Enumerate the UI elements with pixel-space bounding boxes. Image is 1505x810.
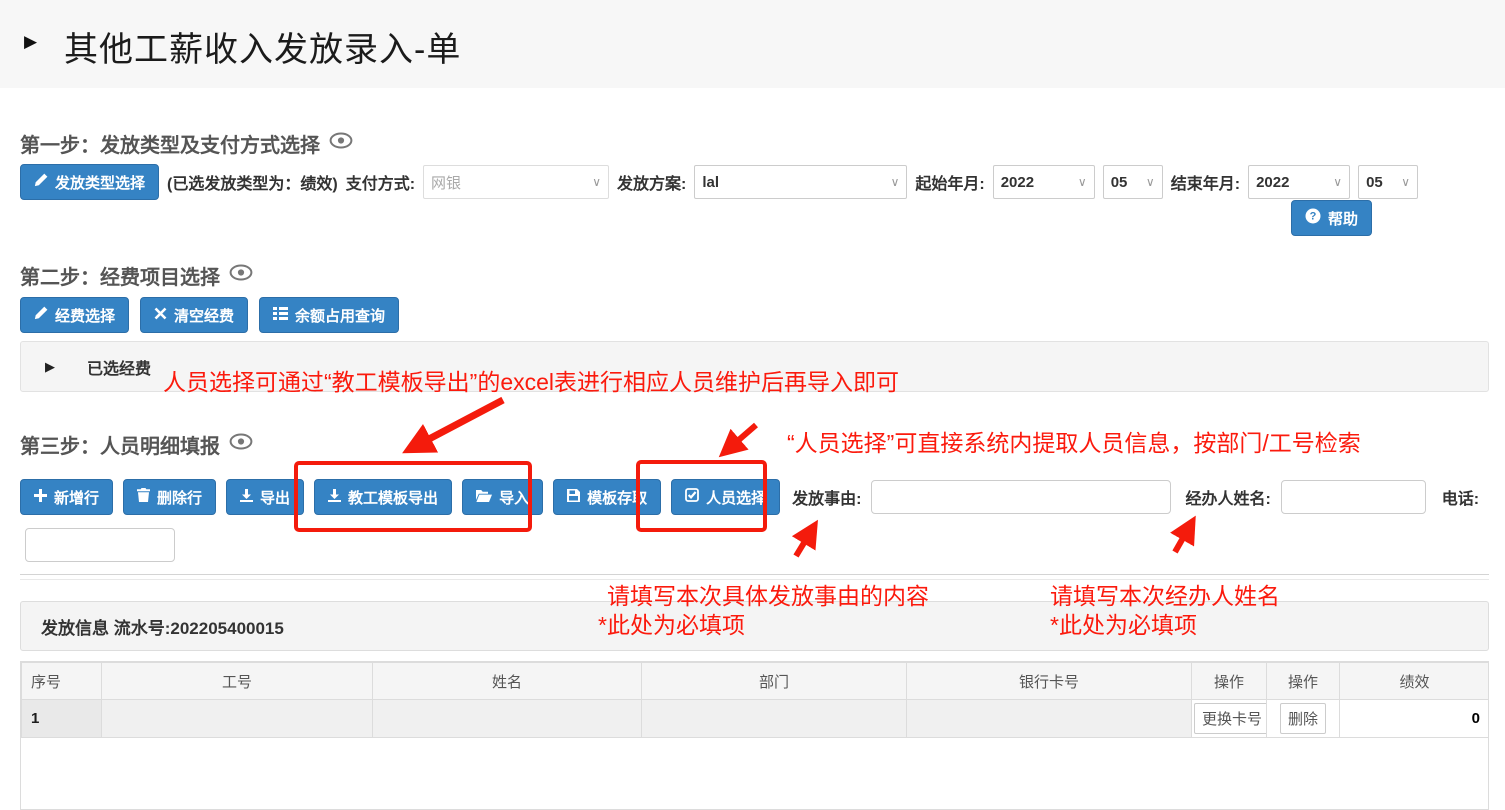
plan-label: 发放方案: [617, 170, 686, 194]
col-action-2: 操作 [1267, 663, 1340, 700]
cell-jixiao[interactable]: 0 [1340, 700, 1490, 738]
x-icon [154, 307, 167, 324]
question-circle-icon: ? [1305, 208, 1321, 228]
col-action-1: 操作 [1192, 663, 1267, 700]
arrow-to-template-export [412, 400, 503, 448]
cell-department[interactable] [642, 700, 907, 738]
pencil-icon [34, 306, 48, 324]
start-year-select[interactable]: 2022 ∨ [993, 165, 1095, 199]
grid-header-row: 序号 工号 姓名 部门 银行卡号 操作 操作 绩效 [22, 663, 1490, 700]
template-store-button[interactable]: 模板存取 [553, 479, 661, 515]
phone-label: 电话: [1442, 485, 1479, 509]
selected-funds-label: 已选经费 [87, 355, 151, 379]
step1-title: 第一步：发放类型及支付方式选择 [20, 129, 353, 158]
cell-seq: 1 [22, 700, 102, 738]
end-month-select[interactable]: 05 ∨ [1358, 165, 1418, 199]
staff-template-export-button[interactable]: 教工模板导出 [314, 479, 452, 515]
annotation-operator-required: *此处为必填项 [1050, 606, 1197, 640]
cell-employee-id[interactable] [102, 700, 373, 738]
payout-info-title: 发放信息 流水号:202205400015 [41, 614, 284, 639]
col-seq: 序号 [22, 663, 102, 700]
import-button[interactable]: 导入 [462, 479, 543, 515]
reason-input[interactable] [871, 480, 1171, 514]
col-department: 部门 [642, 663, 907, 700]
change-card-button[interactable]: 更换卡号 [1194, 703, 1267, 734]
export-button[interactable]: 导出 [226, 479, 304, 515]
chevron-down-icon: ∨ [1078, 175, 1087, 189]
balance-query-button[interactable]: 余额占用查询 [259, 297, 399, 333]
start-month-label: 起始年月: [915, 170, 984, 194]
operator-name-input[interactable] [1281, 480, 1426, 514]
cell-bank-card[interactable] [907, 700, 1192, 738]
payment-method-label: 支付方式: [346, 170, 415, 194]
download-icon [328, 489, 341, 506]
step1-title-text: 第一步：发放类型及支付方式选择 [20, 129, 320, 158]
step3-toolbar: 新增行 删除行 导出 教工模板导出 导入 模板存取 人员选择 发放事由: 经办人… [20, 479, 1479, 515]
start-month-select[interactable]: 05 ∨ [1103, 165, 1163, 199]
download-icon [240, 489, 253, 506]
folder-open-icon [476, 489, 492, 506]
annotation-person-select-note: “人员选择”可直接系统内提取人员信息，按部门/工号检索 [787, 424, 1361, 458]
save-icon [567, 489, 580, 506]
step2-title-text: 第二步：经费项目选择 [20, 261, 220, 290]
eye-icon[interactable] [329, 132, 353, 155]
chevron-down-icon: ∨ [891, 175, 900, 189]
pencil-icon [34, 173, 48, 191]
plus-icon [34, 489, 47, 506]
list-icon [273, 307, 288, 324]
arrow-to-person-select [726, 425, 756, 451]
table-row: 1 更换卡号 删除 0 [22, 700, 1490, 738]
payout-grid: 序号 工号 姓名 部门 银行卡号 操作 操作 绩效 1 更换卡号 删除 0 [20, 661, 1489, 810]
step2-controls: 经费选择 清空经费 余额占用查询 [20, 297, 399, 333]
col-bank-card: 银行卡号 [907, 663, 1192, 700]
page-title: 其他工薪收入发放录入-单 [64, 22, 461, 71]
step3-title: 第三步：人员明细填报 [20, 430, 253, 459]
col-employee-id: 工号 [102, 663, 373, 700]
payment-method-select: 网银 ∨ [423, 165, 609, 199]
step1-controls: 发放类型选择 (已选发放类型为：绩效) 支付方式: 网银 ∨ 发放方案: lal… [20, 164, 1418, 200]
eye-icon[interactable] [229, 433, 253, 456]
step2-title: 第二步：经费项目选择 [20, 261, 253, 290]
add-row-button[interactable]: 新增行 [20, 479, 113, 515]
clear-funds-button[interactable]: 清空经费 [140, 297, 248, 333]
operator-name-label: 经办人姓名: [1185, 485, 1270, 509]
chevron-down-icon: ∨ [1146, 175, 1155, 189]
chevron-down-icon: ∨ [1333, 175, 1342, 189]
reason-label: 发放事由: [792, 485, 861, 509]
annotation-template-note: 人员选择可通过“教工模板导出”的excel表进行相应人员维护后再导入即可 [163, 363, 899, 397]
arrow-to-reason-input [796, 528, 813, 556]
phone-input[interactable] [25, 528, 175, 562]
annotation-reason-required: *此处为必填项 [598, 606, 745, 640]
svg-text:?: ? [1310, 211, 1317, 223]
person-select-button[interactable]: 人员选择 [671, 479, 780, 515]
chevron-down-icon: ∨ [1401, 175, 1410, 189]
funds-select-button[interactable]: 经费选择 [20, 297, 129, 333]
end-month-label: 结束年月: [1171, 170, 1240, 194]
help-button[interactable]: ? 帮助 [1291, 200, 1372, 236]
plan-select[interactable]: lal ∨ [694, 165, 907, 199]
payout-type-select-button[interactable]: 发放类型选择 [20, 164, 159, 200]
cell-name[interactable] [373, 700, 642, 738]
col-jixiao: 绩效 [1340, 663, 1490, 700]
chevron-down-icon: ∨ [592, 175, 601, 189]
delete-row-button[interactable]: 删除行 [123, 479, 216, 515]
arrow-to-operator-input [1175, 524, 1191, 552]
eye-icon[interactable] [229, 264, 253, 287]
trash-icon [137, 488, 150, 506]
step3-title-text: 第三步：人员明细填报 [20, 430, 220, 459]
delete-row-button-inline[interactable]: 删除 [1280, 703, 1326, 734]
caret-right-icon: ▶ [24, 32, 37, 52]
caret-right-icon: ▶ [45, 359, 55, 375]
end-year-select[interactable]: 2022 ∨ [1248, 165, 1350, 199]
selected-type-note: (已选发放类型为：绩效) [167, 170, 338, 194]
col-name: 姓名 [373, 663, 642, 700]
check-square-icon [685, 488, 699, 506]
